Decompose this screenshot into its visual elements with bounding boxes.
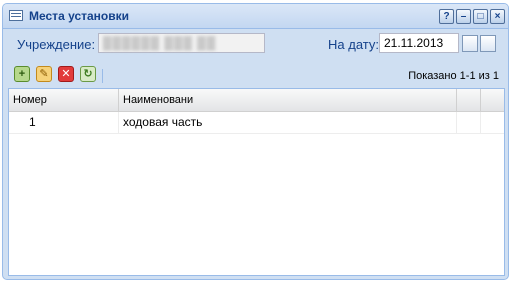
institution-label: Учреждение: xyxy=(17,37,96,52)
institution-field[interactable]: ██████ ███ ██ xyxy=(98,33,265,53)
close-button[interactable]: × xyxy=(490,9,505,24)
toolbar-separator xyxy=(102,69,103,83)
edit-icon[interactable]: ✎ xyxy=(36,66,52,82)
help-button[interactable]: ? xyxy=(439,9,454,24)
filter-bar: Учреждение: ██████ ███ ██ На дату: 21.11… xyxy=(3,29,508,59)
institution-value: ██████ ███ ██ xyxy=(103,36,217,50)
window-list-icon xyxy=(9,10,23,21)
row-number: 1 xyxy=(9,112,119,133)
window-title: Места установки xyxy=(29,9,130,23)
apply-date-icon[interactable] xyxy=(480,35,496,52)
data-grid: Номер Наименовани 1 ходовая часть xyxy=(8,88,505,276)
paging-info: Показано 1-1 из 1 xyxy=(408,70,499,82)
column-header-name[interactable]: Наименовани xyxy=(119,89,457,111)
delete-icon[interactable]: ✕ xyxy=(58,66,74,82)
column-header-number[interactable]: Номер xyxy=(9,89,119,111)
grid-toolbar: + ✎ ✕ ↻ Показано 1-1 из 1 xyxy=(3,62,508,88)
minimize-button[interactable]: – xyxy=(456,9,471,24)
table-row[interactable]: 1 ходовая часть xyxy=(9,112,504,134)
grid-header: Номер Наименовани xyxy=(9,89,504,112)
row-spacer xyxy=(457,112,481,133)
refresh-icon[interactable]: ↻ xyxy=(80,66,96,82)
column-header-menu[interactable] xyxy=(457,89,481,111)
date-value: 21.11.2013 xyxy=(384,36,444,50)
date-field[interactable]: 21.11.2013 xyxy=(379,33,459,53)
calendar-icon[interactable] xyxy=(462,35,478,52)
date-label: На дату: xyxy=(328,37,379,52)
row-name: ходовая часть xyxy=(119,112,457,133)
title-bar[interactable]: Места установки ? – □ × xyxy=(3,4,508,29)
maximize-button[interactable]: □ xyxy=(473,9,488,24)
add-icon[interactable]: + xyxy=(14,66,30,82)
dialog-window: Места установки ? – □ × Учреждение: ████… xyxy=(2,3,509,280)
